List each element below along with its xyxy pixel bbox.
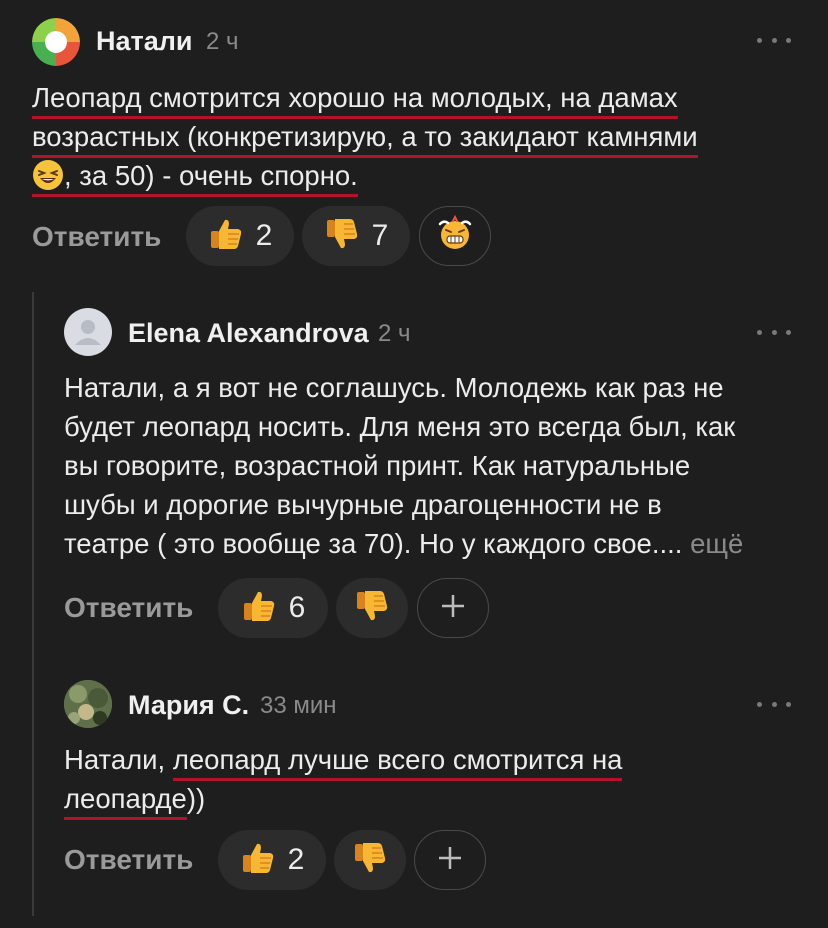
comment-text-underlined: леопард лучше всего смотрится на	[172, 744, 623, 781]
thumbs-up-icon	[241, 588, 277, 629]
thumbs-down-icon	[324, 216, 360, 257]
dislike-button[interactable]	[336, 578, 408, 638]
author-name[interactable]: Elena Alexandrova	[128, 318, 369, 349]
thumbs-up-icon	[240, 840, 276, 881]
reply-button[interactable]: Ответить	[64, 592, 193, 624]
thumbs-down-icon	[354, 588, 390, 629]
add-reaction-button[interactable]	[414, 830, 486, 890]
reply-button[interactable]: Ответить	[32, 221, 161, 253]
thumbs-down-icon	[352, 840, 388, 881]
avatar[interactable]	[64, 308, 112, 356]
author-name[interactable]: Натали	[96, 26, 193, 57]
comment-text-line: театре ( это вообще за 70). Но у каждого…	[64, 528, 683, 559]
comment-text-underlined: леопарде	[64, 783, 187, 820]
like-count: 6	[288, 591, 306, 624]
comment-text-line: возрастных (конкретизирую, а то закидают…	[32, 121, 698, 158]
comment-text: Натали, леопард лучше всего смотрится на…	[64, 740, 794, 820]
dislike-button[interactable]	[334, 830, 406, 890]
comment-text-line: вы говорите, возрастной принт. Как натур…	[64, 450, 691, 481]
grimace-emoji-icon	[436, 214, 474, 258]
comment-text: Натали, а я вот не соглашусь. Молодежь к…	[64, 368, 794, 563]
reply-button[interactable]: Ответить	[64, 844, 193, 876]
more-dots-icon[interactable]	[757, 698, 791, 710]
comment-text-line: Леопард смотрится хорошо на молодых, на …	[32, 82, 678, 119]
author-name[interactable]: Мария С.	[128, 690, 249, 721]
plus-icon	[440, 593, 466, 624]
read-more-link[interactable]: ещё	[690, 528, 743, 559]
more-dots-icon[interactable]	[757, 326, 791, 338]
comment-text-line: будет леопард носить. Для меня это всегд…	[64, 411, 736, 442]
comment-text-line: Натали, а я вот не соглашусь. Молодежь к…	[64, 372, 724, 403]
like-button[interactable]: 2	[186, 206, 294, 266]
dislike-count: 7	[371, 219, 389, 252]
add-reaction-button[interactable]	[417, 578, 489, 638]
more-dots-icon[interactable]	[757, 34, 791, 46]
comment-time: 2 ч	[206, 28, 239, 55]
avatar[interactable]	[32, 18, 80, 66]
laughing-emoji-icon	[32, 159, 64, 191]
thread-line	[32, 292, 34, 916]
reaction-button[interactable]	[419, 206, 491, 266]
dislike-button[interactable]: 7	[302, 206, 410, 266]
comment-text: Леопард смотрится хорошо на молодых, на …	[32, 78, 762, 197]
comment-text-prefix: Натали,	[64, 744, 173, 775]
plus-icon	[437, 845, 463, 876]
comment-text-line: , за 50) - очень спорно.	[64, 160, 358, 191]
like-count: 2	[287, 843, 305, 876]
like-button[interactable]: 6	[218, 578, 328, 638]
comment-time: 33 мин	[260, 692, 337, 719]
avatar[interactable]	[64, 680, 112, 728]
comment-time: 2 ч	[378, 320, 411, 347]
thumbs-up-icon	[208, 216, 244, 257]
like-count: 2	[255, 219, 273, 252]
comment-text-suffix: ))	[186, 783, 206, 814]
comment-text-line: шубы и дорогие вычурные драгоценности не…	[64, 489, 662, 520]
like-button[interactable]: 2	[218, 830, 326, 890]
